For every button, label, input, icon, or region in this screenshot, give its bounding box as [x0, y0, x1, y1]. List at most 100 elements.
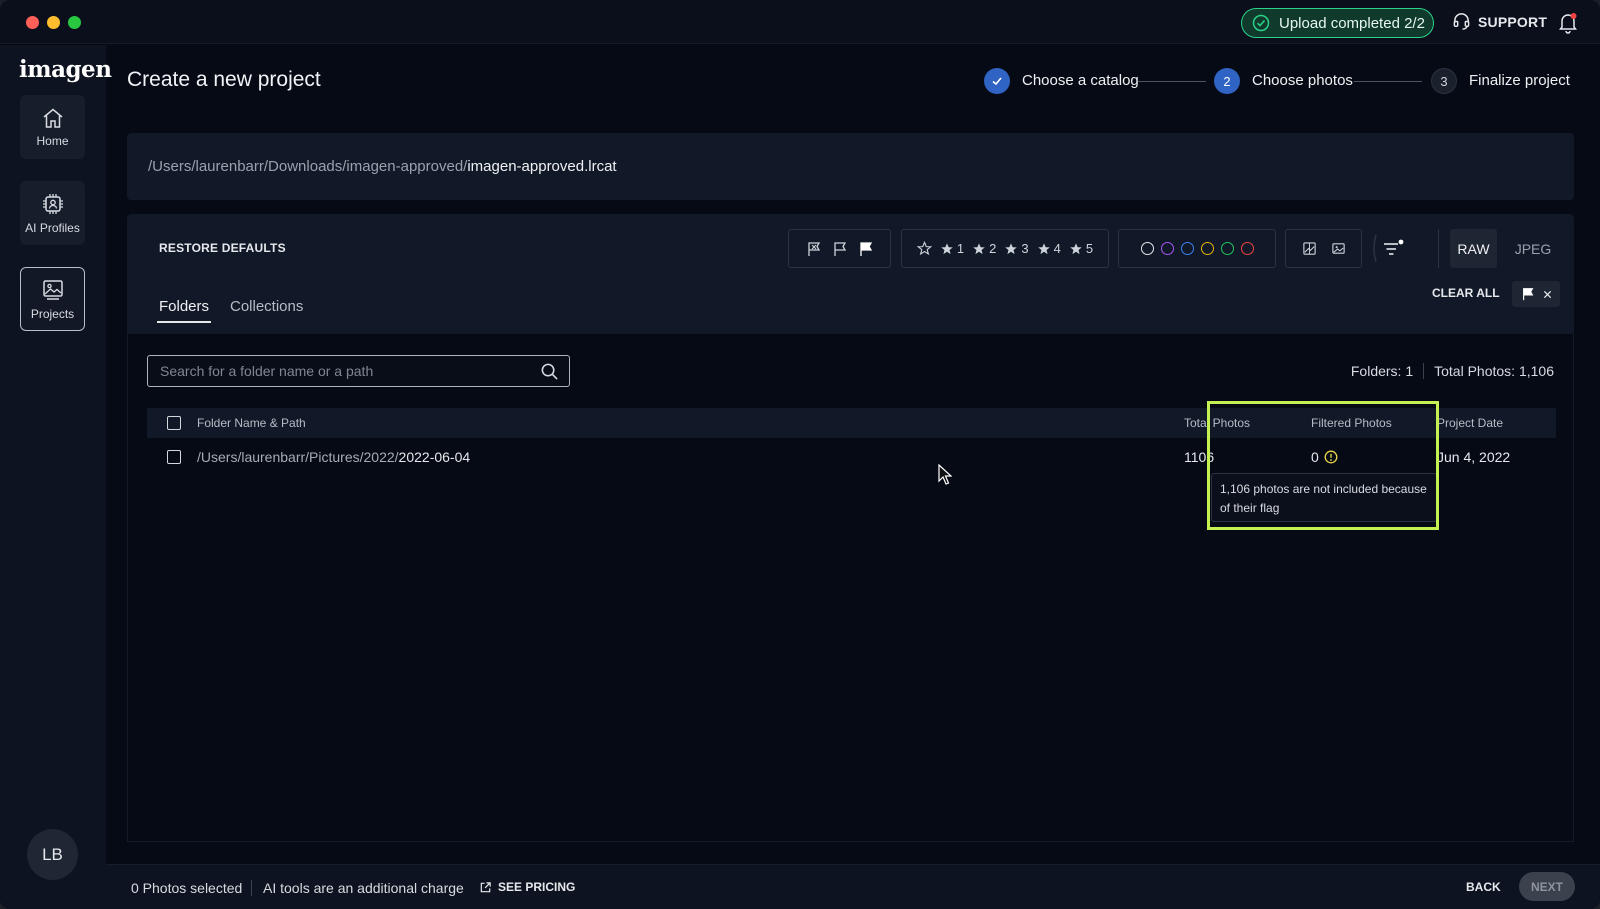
check-circle-icon	[1252, 14, 1270, 32]
raw-toggle-button[interactable]: RAW	[1450, 229, 1497, 268]
search-icon[interactable]	[540, 362, 559, 381]
ai-chip-icon	[42, 193, 63, 214]
sidebar-item-projects[interactable]: Projects	[20, 267, 85, 331]
filter-divider	[1438, 229, 1439, 268]
home-icon	[43, 108, 62, 128]
star-icon	[941, 242, 953, 254]
star-filter-5[interactable]: 5	[1069, 241, 1093, 256]
clear-all-button[interactable]: CLEAR ALL	[1432, 286, 1500, 300]
star-filter-2[interactable]: 2	[972, 241, 996, 256]
color-label-blue[interactable]	[1180, 242, 1194, 255]
folder-name: 2022-06-04	[398, 449, 471, 465]
close-icon[interactable]	[1543, 290, 1552, 299]
step-3-indicator: 3	[1431, 68, 1457, 94]
check-icon	[992, 77, 1002, 86]
color-label-yellow[interactable]	[1200, 242, 1214, 255]
user-avatar[interactable]: LB	[27, 829, 78, 880]
external-link-icon	[480, 881, 491, 892]
maximize-window-button[interactable]	[68, 16, 81, 29]
close-window-button[interactable]	[26, 16, 39, 29]
tab-collections[interactable]: Collections	[230, 298, 303, 315]
color-label-red[interactable]	[1240, 242, 1254, 255]
sidebar-item-label: Home	[36, 133, 69, 148]
color-label-purple[interactable]	[1160, 242, 1174, 255]
folder-search-box[interactable]	[147, 355, 570, 387]
footer-bar: 0 Photos selected AI tools are an additi…	[106, 864, 1600, 909]
support-button[interactable]: SUPPORT	[1452, 12, 1547, 31]
row-checkbox[interactable]	[167, 450, 181, 464]
active-flag-filter-chip[interactable]	[1512, 281, 1560, 307]
folder-path-prefix: /Users/laurenbarr/Pictures/2022/	[197, 449, 399, 465]
total-photos-count: Total Photos: 1,106	[1434, 363, 1554, 379]
color-label-filter-group	[1118, 229, 1276, 268]
star-count: 2	[989, 241, 997, 256]
edit-status-filter-group	[1285, 229, 1362, 268]
star-icon	[1037, 242, 1050, 254]
star-count: 1	[956, 241, 965, 256]
catalog-path-bar: /Users/laurenbarr/Downloads/imagen-appro…	[127, 133, 1574, 200]
color-label-white[interactable]	[1140, 242, 1154, 255]
folder-summary: Folders: 1 Total Photos: 1,106	[1351, 363, 1554, 379]
support-label: SUPPORT	[1478, 13, 1548, 30]
star-outline-icon[interactable]	[916, 241, 932, 256]
step-3-label: Finalize project	[1469, 72, 1570, 89]
select-all-checkbox[interactable]	[167, 416, 181, 430]
flag-unflagged-icon[interactable]	[832, 241, 848, 257]
star-icon	[1005, 242, 1018, 254]
flag-picked-icon[interactable]	[858, 241, 874, 257]
scroll-left-chevron-icon[interactable]	[1370, 229, 1378, 268]
image-icon[interactable]	[1331, 241, 1346, 256]
upload-status-badge[interactable]: Upload completed 2/2	[1241, 8, 1434, 38]
color-label-green[interactable]	[1220, 242, 1234, 255]
sidebar: imagen Home AI Profiles Projects LB	[0, 45, 112, 909]
sidebar-item-ai-profiles[interactable]: AI Profiles	[20, 181, 85, 245]
filter-panel: RESTORE DEFAULTS 1 2 3 4 5 RAW JPEG Fold…	[127, 214, 1574, 334]
jpeg-toggle-button[interactable]: JPEG	[1507, 229, 1559, 268]
projects-icon	[42, 279, 63, 300]
flag-rejected-icon[interactable]	[806, 241, 822, 257]
column-header-folder-name[interactable]: Folder Name & Path	[197, 416, 306, 430]
next-button[interactable]: NEXT	[1519, 872, 1575, 901]
star-count: 3	[1021, 241, 1029, 256]
catalog-path-prefix: /Users/laurenbarr/Downloads/imagen-appro…	[148, 158, 468, 175]
notification-bell-icon[interactable]	[1558, 12, 1578, 34]
summary-divider	[1423, 363, 1425, 379]
footer-divider	[251, 880, 252, 896]
star-icon	[973, 242, 985, 254]
photos-selected-count: 0 Photos selected	[131, 880, 243, 896]
step-2-indicator: 2	[1214, 68, 1240, 94]
step-connector	[1138, 81, 1206, 82]
see-pricing-link[interactable]: SEE PRICING	[479, 880, 575, 894]
mouse-pointer-icon	[938, 464, 952, 485]
catalog-path: /Users/laurenbarr/Downloads/imagen-appro…	[148, 158, 617, 175]
folder-path-cell: /Users/laurenbarr/Pictures/2022/2022-06-…	[197, 449, 470, 465]
progress-stepper: Choose a catalog 2 Choose photos 3 Final…	[0, 68, 1600, 94]
ai-charge-note: AI tools are an additional charge	[263, 880, 464, 896]
project-date-cell: Jun 4, 2022	[1437, 449, 1511, 465]
sidebar-item-label: AI Profiles	[25, 220, 80, 235]
star-filter-3[interactable]: 3	[1004, 241, 1029, 256]
step-1-label: Choose a catalog	[1022, 72, 1139, 89]
step-1-complete-indicator	[984, 68, 1010, 94]
headset-icon	[1453, 13, 1470, 30]
back-button[interactable]: BACK	[1466, 880, 1501, 894]
filter-settings-icon[interactable]	[1382, 238, 1404, 258]
star-rating-filter-group: 1 2 3 4 5	[901, 229, 1109, 268]
edited-photo-icon[interactable]	[1302, 241, 1317, 256]
upload-status-text: Upload completed 2/2	[1279, 14, 1425, 32]
star-filter-1[interactable]: 1	[940, 241, 964, 256]
folder-search-input[interactable]	[148, 356, 528, 386]
sidebar-item-home[interactable]: Home	[20, 95, 85, 159]
sidebar-item-label: Projects	[30, 306, 75, 321]
star-icon	[1070, 242, 1082, 254]
restore-defaults-button[interactable]: RESTORE DEFAULTS	[159, 241, 286, 255]
catalog-file-name: imagen-approved.lrcat	[467, 158, 617, 175]
star-filter-4[interactable]: 4	[1037, 241, 1061, 256]
highlight-annotation-box	[1207, 401, 1439, 530]
column-header-project-date[interactable]: Project Date	[1437, 416, 1503, 430]
active-tab-indicator	[157, 321, 211, 323]
tab-folders[interactable]: Folders	[159, 298, 209, 315]
minimize-window-button[interactable]	[47, 16, 60, 29]
see-pricing-label: SEE PRICING	[498, 880, 576, 894]
flag-picked-icon	[1522, 288, 1533, 301]
